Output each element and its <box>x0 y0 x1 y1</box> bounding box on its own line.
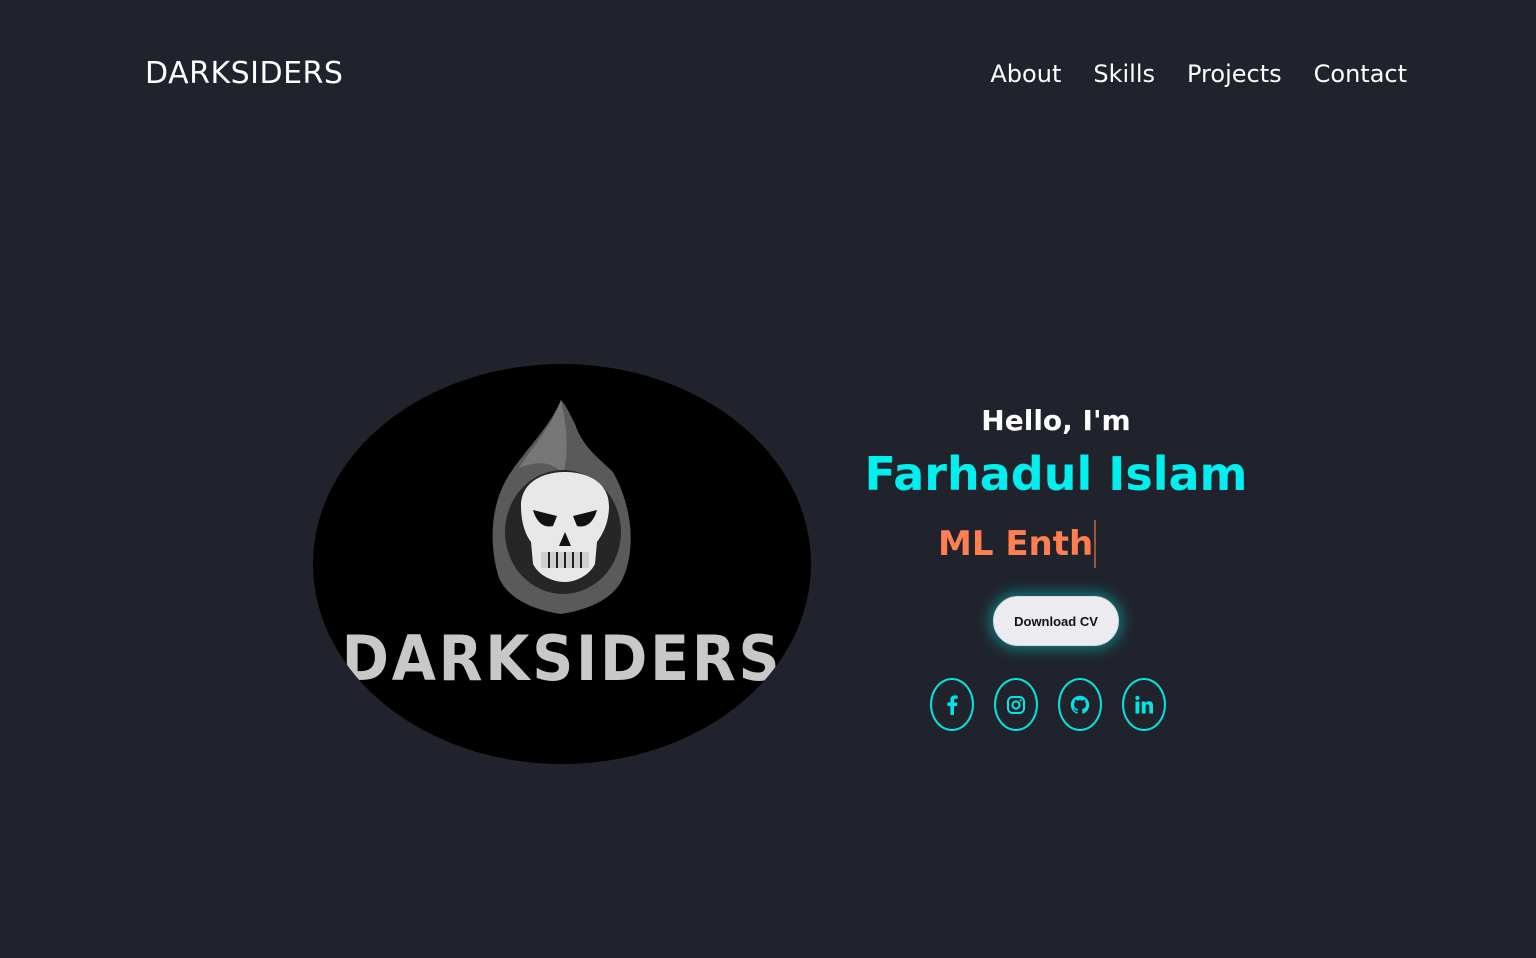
page: DARKSIDERS About Skills Projects Contact <box>0 0 1536 958</box>
darksiders-logo: DARKSIDERS <box>342 400 783 696</box>
nav-link-contact[interactable]: Contact <box>1314 60 1407 88</box>
svg-text:DARKSIDERS: DARKSIDERS <box>342 624 783 696</box>
linkedin-icon <box>1135 695 1153 713</box>
typing-cursor <box>1094 520 1097 568</box>
github-link[interactable] <box>1058 678 1102 731</box>
linkedin-link[interactable] <box>1122 678 1166 731</box>
main-nav: About Skills Projects Contact <box>990 60 1407 88</box>
facebook-link[interactable] <box>930 678 974 731</box>
download-cv-button[interactable]: Download CV <box>993 596 1119 646</box>
instagram-icon <box>1007 695 1025 714</box>
hero-intro: Hello, I'm Farhadul Islam <box>856 404 1256 501</box>
facebook-icon <box>947 694 958 715</box>
nav-link-skills[interactable]: Skills <box>1093 60 1155 88</box>
instagram-link[interactable] <box>994 678 1038 731</box>
greeting-text: Hello, I'm <box>981 404 1131 437</box>
profile-avatar: DARKSIDERS <box>313 364 811 764</box>
social-links <box>930 678 1166 731</box>
typed-role: ML Enth <box>938 520 1097 568</box>
nav-link-about[interactable]: About <box>990 60 1061 88</box>
typed-role-text: ML Enth <box>938 524 1094 564</box>
github-icon <box>1070 695 1090 714</box>
brand-logo-text[interactable]: DARKSIDERS <box>145 56 343 91</box>
hero-name: Farhadul Islam <box>864 447 1248 501</box>
nav-link-projects[interactable]: Projects <box>1187 60 1282 88</box>
